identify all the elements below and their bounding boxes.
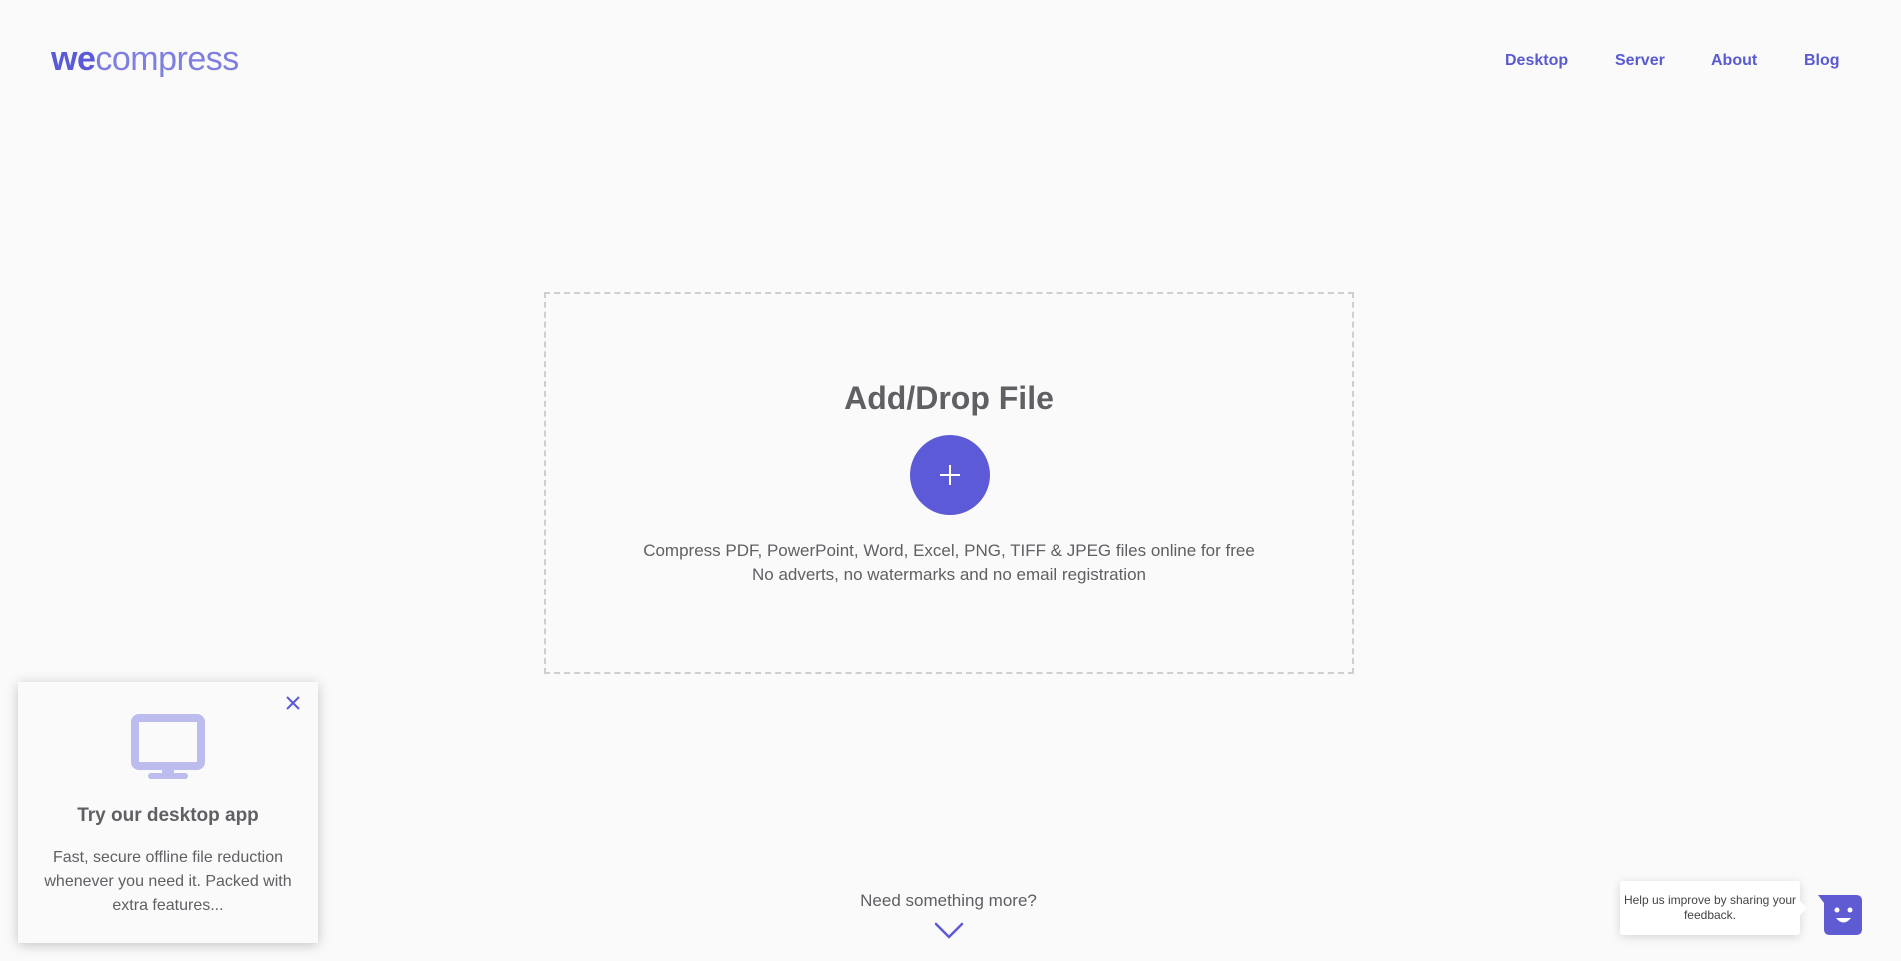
feedback-tooltip: Help us improve by sharing your feedback…	[1620, 881, 1807, 935]
add-file-button[interactable]	[910, 435, 990, 515]
drop-zone-title: Add/Drop File	[844, 380, 1054, 416]
plus-icon-vertical	[949, 465, 951, 485]
promo-body: Fast, secure offline file reduction when…	[44, 849, 292, 914]
nav-server[interactable]: Server	[1615, 52, 1665, 70]
close-icon[interactable]	[284, 694, 302, 712]
nav-desktop[interactable]: Desktop	[1505, 52, 1568, 70]
nav-blog[interactable]: Blog	[1804, 52, 1840, 70]
feedback-button[interactable]	[1818, 895, 1862, 935]
supported-formats-text: Compress PDF, PowerPoint, Word, Excel, P…	[643, 541, 1255, 560]
file-drop-zone[interactable]: Add/Drop File Compress PDF, PowerPoint, …	[544, 292, 1354, 674]
nav-about[interactable]: About	[1711, 52, 1757, 70]
desktop-app-promo: Try our desktop app Fast, secure offline…	[18, 682, 318, 943]
monitor-icon	[131, 714, 205, 779]
promo-title: Try our desktop app	[77, 805, 259, 826]
no-adverts-text: No adverts, no watermarks and no email r…	[751, 565, 1146, 584]
chevron-down-icon[interactable]	[934, 922, 964, 940]
top-nav: Desktop Server About Blog	[0, 52, 1901, 72]
